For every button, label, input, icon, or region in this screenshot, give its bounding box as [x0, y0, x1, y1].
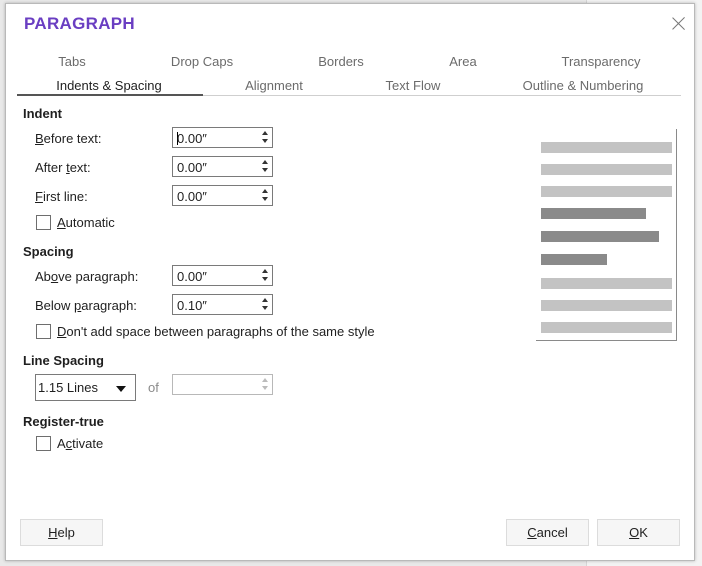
- spin-down-icon[interactable]: [262, 277, 268, 281]
- line-spacing-select[interactable]: 1.15 Lines: [35, 374, 136, 401]
- spacing-heading: Spacing: [23, 244, 74, 259]
- first-line-spinbox[interactable]: 0.00″: [172, 185, 273, 206]
- line-spacing-of-spinbox[interactable]: [172, 374, 273, 395]
- spin-down-icon[interactable]: [262, 139, 268, 143]
- paragraph-preview: [536, 129, 677, 341]
- close-icon[interactable]: [669, 14, 689, 34]
- after-text-value: 0.00″: [177, 160, 207, 175]
- after-text-spinbox[interactable]: 0.00″: [172, 156, 273, 177]
- before-text-value: 0.00″: [177, 131, 207, 146]
- preview-line-current: [541, 254, 607, 265]
- first-line-value: 0.00″: [177, 189, 207, 204]
- active-tab-indicator: [17, 94, 203, 96]
- tab-tabs[interactable]: Tabs: [58, 54, 85, 69]
- line-spacing-heading: Line Spacing: [23, 353, 104, 368]
- ok-button[interactable]: OK: [597, 519, 680, 546]
- register-true-heading: Register-true: [23, 414, 104, 429]
- preview-line-current: [541, 208, 646, 219]
- chevron-down-icon: [116, 386, 126, 392]
- help-button[interactable]: Help: [20, 519, 103, 546]
- tab-drop-caps[interactable]: Drop Caps: [171, 54, 233, 69]
- no-space-same-style-label[interactable]: Don't add space between paragraphs of th…: [57, 324, 375, 339]
- preview-line: [541, 278, 672, 289]
- spin-up-icon[interactable]: [262, 189, 268, 193]
- preview-line-current: [541, 231, 659, 242]
- above-paragraph-label: Above paragraph:: [35, 269, 139, 284]
- preview-line: [541, 300, 672, 311]
- spin-down-icon: [262, 386, 268, 390]
- above-paragraph-value: 0.00″: [177, 269, 207, 284]
- spin-down-icon[interactable]: [262, 306, 268, 310]
- before-text-spinbox[interactable]: 0.00″: [172, 127, 273, 148]
- preview-line: [541, 322, 672, 333]
- preview-line: [541, 186, 672, 197]
- dialog-title: PARAGRAPH: [24, 14, 136, 33]
- tab-outline-numbering[interactable]: Outline & Numbering: [523, 78, 644, 93]
- tab-area[interactable]: Area: [449, 54, 476, 69]
- spin-up-icon: [262, 378, 268, 382]
- above-paragraph-spinbox[interactable]: 0.00″: [172, 265, 273, 286]
- tab-borders[interactable]: Borders: [318, 54, 364, 69]
- spin-down-icon[interactable]: [262, 197, 268, 201]
- spin-up-icon[interactable]: [262, 269, 268, 273]
- below-paragraph-label: Below paragraph:: [35, 298, 137, 313]
- paragraph-dialog: PARAGRAPH Tabs Drop Caps Borders Area Tr…: [5, 3, 695, 561]
- indent-heading: Indent: [23, 106, 62, 121]
- activate-checkbox[interactable]: [36, 436, 51, 451]
- spin-up-icon[interactable]: [262, 131, 268, 135]
- after-text-label: After text:: [35, 160, 91, 175]
- cancel-button[interactable]: Cancel: [506, 519, 589, 546]
- preview-line: [541, 142, 672, 153]
- tab-alignment[interactable]: Alignment: [245, 78, 303, 93]
- spin-up-icon[interactable]: [262, 298, 268, 302]
- automatic-label[interactable]: Automatic: [57, 215, 115, 230]
- below-paragraph-spinbox[interactable]: 0.10″: [172, 294, 273, 315]
- first-line-label: First line:: [35, 189, 88, 204]
- below-paragraph-value: 0.10″: [177, 298, 207, 313]
- tab-indents-spacing[interactable]: Indents & Spacing: [56, 78, 162, 93]
- no-space-same-style-checkbox[interactable]: [36, 324, 51, 339]
- of-label: of: [148, 380, 159, 395]
- tab-text-flow[interactable]: Text Flow: [386, 78, 441, 93]
- automatic-checkbox[interactable]: [36, 215, 51, 230]
- line-spacing-value: 1.15 Lines: [38, 380, 98, 395]
- spin-down-icon[interactable]: [262, 168, 268, 172]
- before-text-label: Before text:: [35, 131, 102, 146]
- activate-label[interactable]: Activate: [57, 436, 103, 451]
- spin-up-icon[interactable]: [262, 160, 268, 164]
- tab-transparency[interactable]: Transparency: [562, 54, 641, 69]
- preview-line: [541, 164, 672, 175]
